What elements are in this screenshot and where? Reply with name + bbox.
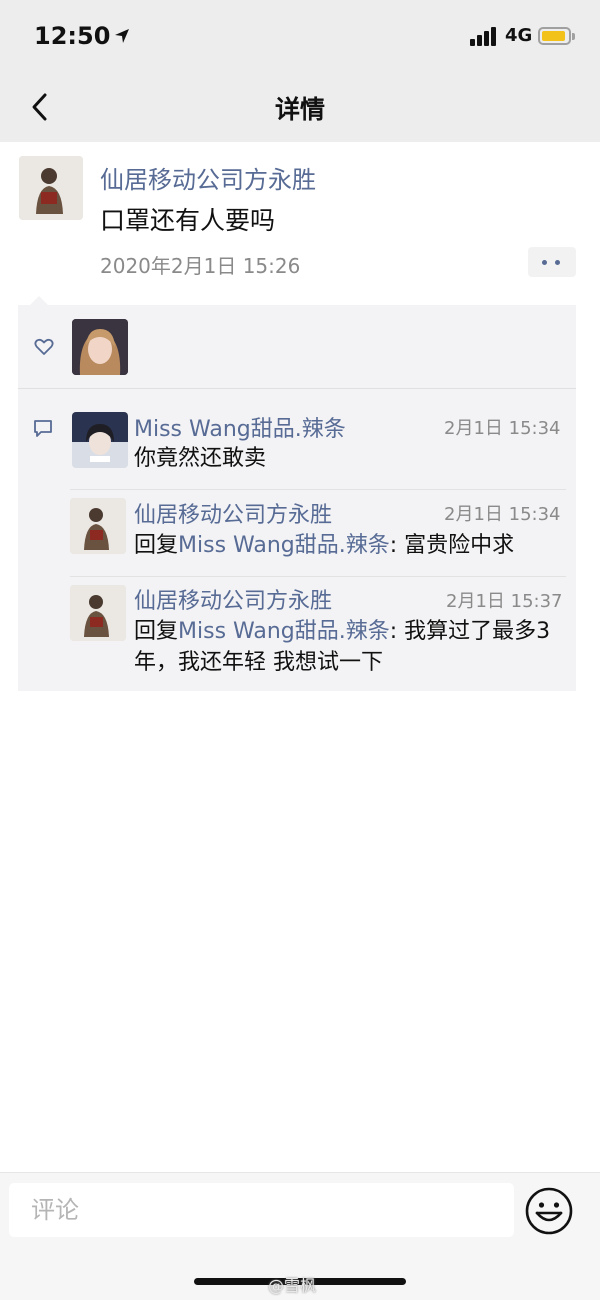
avatar-image xyxy=(72,319,128,375)
comment-author[interactable]: 仙居移动公司方永胜 xyxy=(134,583,332,615)
time-text: 12:50 xyxy=(34,22,111,50)
comment-time: 2月1日 15:34 xyxy=(444,504,561,525)
avatar-image xyxy=(72,412,128,468)
comment-input[interactable] xyxy=(9,1183,514,1237)
comment-avatar[interactable] xyxy=(70,498,126,554)
emoji-button[interactable] xyxy=(523,1185,575,1237)
reply-to-name[interactable]: Miss Wang甜品.辣条 xyxy=(178,533,390,558)
page-title: 详情 xyxy=(274,95,325,124)
reply-to-name[interactable]: Miss Wang甜品.辣条 xyxy=(178,619,390,644)
post-author[interactable]: 仙居移动公司方永胜 xyxy=(100,160,316,195)
watermark: @雪枫 xyxy=(268,1276,317,1295)
comment-text: 你竟然还敢卖 xyxy=(134,446,267,471)
heart-icon xyxy=(34,337,54,357)
avatar-image xyxy=(70,498,126,554)
more-button[interactable] xyxy=(528,247,576,277)
post-text: 口罩还有人要吗 xyxy=(100,206,276,235)
comment-author[interactable]: Miss Wang甜品.辣条 xyxy=(134,411,346,443)
network-label: 4G xyxy=(505,25,533,46)
reply-prefix: 回复 xyxy=(134,533,179,558)
battery-icon xyxy=(538,27,575,45)
comment-time: 2月1日 15:34 xyxy=(444,418,561,439)
comment-avatar[interactable] xyxy=(72,412,128,468)
panel-caret xyxy=(30,296,48,305)
comment-icon xyxy=(32,418,54,440)
author-avatar[interactable] xyxy=(19,156,83,220)
nav-bar: 详情 xyxy=(0,72,600,142)
comment-text: 回复Miss Wang甜品.辣条: 我算过了最多3年，我还年轻 我想试一下 xyxy=(134,616,552,678)
comment-divider xyxy=(70,489,566,490)
post-time: 2020年2月1日 15:26 xyxy=(100,254,301,278)
reply-text: : 富贵险中求 xyxy=(389,533,515,558)
comment-divider xyxy=(70,576,566,577)
comment-author[interactable]: 仙居移动公司方永胜 xyxy=(134,497,332,529)
avatar-image xyxy=(70,585,126,641)
comment-time: 2月1日 15:37 xyxy=(446,591,563,612)
comment-avatar[interactable] xyxy=(70,585,126,641)
signal-icon xyxy=(470,27,498,46)
comment-text: 回复Miss Wang甜品.辣条: 富贵险中求 xyxy=(134,530,564,561)
avatar-image xyxy=(19,156,83,220)
location-arrow-icon xyxy=(114,28,130,49)
liker-avatar[interactable] xyxy=(72,319,128,375)
status-bar: 12:50 4G xyxy=(0,0,600,72)
ellipsis-icon xyxy=(542,260,547,265)
reply-prefix: 回复 xyxy=(134,619,179,644)
panel-divider xyxy=(18,388,576,389)
status-time: 12:50 xyxy=(34,22,130,50)
smiley-icon xyxy=(525,1187,573,1235)
